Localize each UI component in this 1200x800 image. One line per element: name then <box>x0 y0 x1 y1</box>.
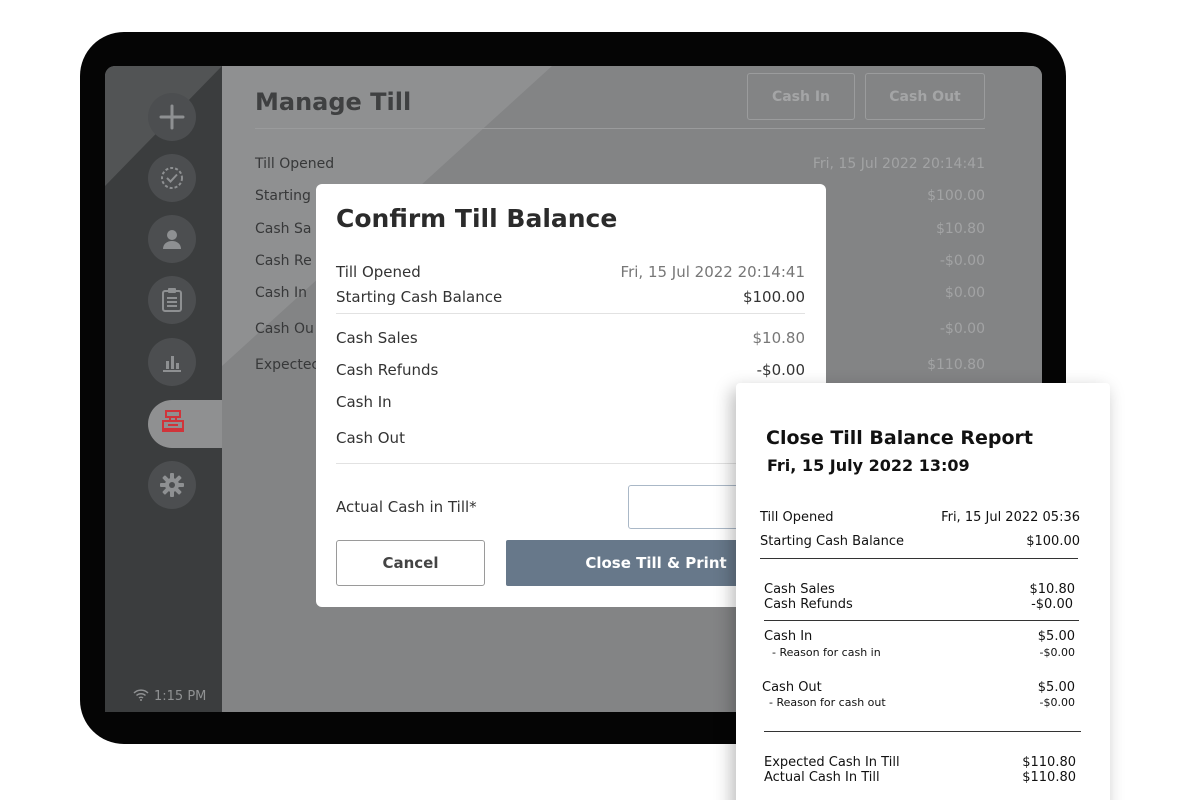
user-icon <box>160 227 184 251</box>
bar-chart-icon <box>160 351 184 373</box>
row-label: Starting Cash Balance <box>760 534 905 549</box>
row-label: Cash Refunds <box>764 597 853 612</box>
receipt-title: Close Till Balance Report <box>766 427 1033 449</box>
row-label: Cash Sa <box>255 221 312 237</box>
row-label: Actual Cash In Till <box>764 770 880 785</box>
row-value: -$0.00 <box>1039 696 1075 709</box>
status-bar: 1:15 PM <box>133 688 206 705</box>
row-label: Cash Out <box>762 680 822 695</box>
row-label: Cash Ou <box>255 321 314 337</box>
gear-icon <box>159 472 185 498</box>
row-label: Cash In <box>764 629 813 644</box>
cancel-button[interactable]: Cancel <box>336 540 485 586</box>
row-value: -$0.00 <box>939 321 985 337</box>
modal-title: Confirm Till Balance <box>336 204 618 233</box>
row-label: Starting <box>255 188 311 204</box>
row-value: -$0.00 <box>1031 597 1073 612</box>
row-label: Till Opened <box>255 156 335 172</box>
row-value: $5.00 <box>1037 680 1075 695</box>
row-value: $10.80 <box>1029 582 1076 597</box>
modal-row: Cash Sales $10.80 <box>336 329 805 347</box>
divider <box>336 313 805 314</box>
row-value: $100.00 <box>927 188 985 204</box>
sidebar-item-reports-list[interactable] <box>148 276 196 324</box>
status-time: 1:15 PM <box>154 689 207 704</box>
row-value: -$0.00 <box>1039 646 1075 659</box>
cash-register-icon <box>160 409 186 439</box>
till-row: Till Opened Fri, 15 Jul 2022 20:14:41 <box>255 156 985 172</box>
row-label: Expectec <box>255 357 320 373</box>
cash-in-button[interactable]: Cash In <box>747 73 855 120</box>
row-label: Cash Out <box>336 429 405 447</box>
receipt-divider <box>764 731 1081 732</box>
row-value: -$0.00 <box>939 253 985 269</box>
modal-row: Cash Refunds -$0.00 <box>336 361 805 379</box>
row-value: $110.80 <box>927 357 985 373</box>
sidebar-item-customers[interactable] <box>148 215 196 263</box>
row-label: Cash Re <box>255 253 312 269</box>
modal-row: Till Opened Fri, 15 Jul 2022 20:14:41 <box>336 263 805 281</box>
row-value: $5.00 <box>1037 629 1075 644</box>
row-label: Cash Sales <box>764 582 835 597</box>
row-value: Fri, 15 Jul 2022 20:14:41 <box>812 156 985 172</box>
row-label: Cash Sales <box>336 329 418 347</box>
row-label: Cash In <box>255 285 307 301</box>
modal-row: Starting Cash Balance $100.00 <box>336 288 805 306</box>
row-label: - Reason for cash in <box>772 646 881 659</box>
receipt-date: Fri, 15 July 2022 13:09 <box>767 456 970 475</box>
clipboard-icon <box>161 287 183 313</box>
sidebar-item-orders[interactable] <box>148 154 196 202</box>
wifi-icon <box>133 688 149 705</box>
sidebar-item-till[interactable] <box>148 400 228 448</box>
sidebar-item-add[interactable] <box>148 93 196 141</box>
divider <box>255 128 985 129</box>
row-value: -$0.00 <box>756 361 805 379</box>
sidebar: 1:15 PM <box>105 66 228 712</box>
receipt-divider <box>760 558 1078 559</box>
receipt-divider <box>764 620 1079 621</box>
close-till-receipt: Close Till Balance Report Fri, 15 July 2… <box>736 383 1110 800</box>
row-value: $110.80 <box>1022 755 1076 770</box>
row-value: $10.80 <box>936 221 985 237</box>
row-label: Expected Cash In Till <box>764 755 900 770</box>
row-value: $100.00 <box>1026 534 1080 549</box>
row-value: $0.00 <box>944 285 985 301</box>
row-label: - Reason for cash out <box>769 696 886 709</box>
row-value: $100.00 <box>742 288 805 306</box>
row-label: Starting Cash Balance <box>336 288 503 306</box>
modal-row: Cash Out <box>336 429 805 447</box>
divider <box>336 463 805 464</box>
cash-out-button[interactable]: Cash Out <box>865 73 985 120</box>
sidebar-item-analytics[interactable] <box>148 338 196 386</box>
row-label: Till Opened <box>336 263 421 281</box>
sidebar-item-settings[interactable] <box>148 461 196 509</box>
check-circle-icon <box>159 165 185 191</box>
row-label: Cash In <box>336 393 392 411</box>
row-value: Fri, 15 Jul 2022 20:14:41 <box>620 263 805 281</box>
row-value: Fri, 15 Jul 2022 05:36 <box>941 510 1080 525</box>
row-label: Cash Refunds <box>336 361 439 379</box>
page-title: Manage Till <box>255 88 412 116</box>
plus-icon <box>159 104 185 130</box>
row-label: Till Opened <box>760 510 834 525</box>
modal-row: Cash In <box>336 393 805 411</box>
row-value: $110.80 <box>1022 770 1076 785</box>
row-value: $10.80 <box>752 329 806 347</box>
